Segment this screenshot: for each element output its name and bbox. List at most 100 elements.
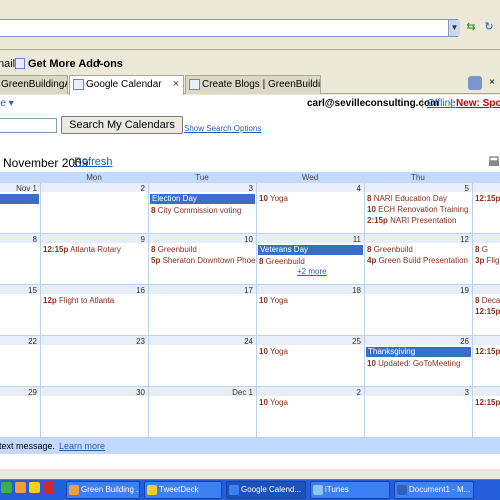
day-number[interactable]: 23 xyxy=(136,337,145,346)
day-cell[interactable]: 12 8 Greenbuild 4p Green Build Presentatio… xyxy=(364,234,472,285)
learn-more-link[interactable]: Learn more xyxy=(59,438,105,454)
day-cell[interactable]: 11 Veterans Day 8 Greenbuild +2 more xyxy=(256,234,364,285)
more-events-link[interactable]: +2 more xyxy=(297,267,327,276)
day-number[interactable]: 5 xyxy=(465,184,469,193)
calendar-event[interactable]: 8 G xyxy=(475,245,488,254)
day-number[interactable]: 9 xyxy=(141,235,145,244)
day-cell[interactable]: 12:15p R xyxy=(472,387,500,438)
day-cell[interactable]: 9 12:15p Atlanta Rotary xyxy=(40,234,148,285)
addons-caret-icon[interactable]: ▾ xyxy=(97,58,101,67)
day-cell[interactable]: 25 10 Yoga xyxy=(256,336,364,387)
day-cell[interactable]: 10 8 Greenbuild 5p Sheraton Downtown Phoe xyxy=(148,234,256,285)
taskbar-button[interactable]: iTunes xyxy=(310,481,390,499)
allday-event[interactable]: Time Ends xyxy=(0,194,39,204)
quicklaunch-icon[interactable] xyxy=(1,482,12,493)
calendar-event[interactable]: 8 Greenbuild xyxy=(151,245,197,254)
calendar-event[interactable]: 8 Greenbuild xyxy=(259,257,305,266)
day-cell[interactable]: 8xx xyxy=(0,234,40,285)
quicklaunch-icon[interactable] xyxy=(43,482,54,493)
tab-google-calendar[interactable]: Google Calendar × xyxy=(69,75,184,95)
calendar-event[interactable]: 5p Sheraton Downtown Phoe xyxy=(151,256,256,265)
day-cell[interactable]: Dec 1 xyxy=(148,387,256,438)
day-number[interactable]: 22 xyxy=(28,337,37,346)
day-cell[interactable]: 19 xyxy=(364,285,472,336)
day-cell[interactable]: 15 xyxy=(0,285,40,336)
refresh-link[interactable]: Refresh xyxy=(74,156,113,168)
day-number[interactable]: 26 xyxy=(460,337,469,346)
day-number[interactable]: 24 xyxy=(244,337,253,346)
day-cell[interactable]: 4 10 Yoga xyxy=(256,183,364,234)
new-feature-link[interactable]: New: Spor xyxy=(456,98,500,109)
calendar-event[interactable]: 12:15p Atlanta Rotary xyxy=(43,245,121,254)
day-cell[interactable]: 22 xyxy=(0,336,40,387)
day-number[interactable]: 8 xyxy=(33,235,37,244)
calendar-event[interactable]: 4p Green Build Presentation xyxy=(367,256,468,265)
day-number[interactable]: Nov 1 xyxy=(16,184,37,193)
day-number[interactable]: Dec 1 xyxy=(232,388,253,397)
calendar-event[interactable]: 10 Yoga xyxy=(259,296,288,305)
calendar-event[interactable]: 8 NARI Education Day xyxy=(367,194,447,203)
tab-close-icon[interactable]: × xyxy=(485,76,499,90)
quicklaunch-icon[interactable] xyxy=(15,482,26,493)
address-dropdown-button[interactable]: ▼ xyxy=(448,20,460,36)
day-number[interactable]: 30 xyxy=(136,388,145,397)
more-apps-link[interactable]: re ▾ xyxy=(0,98,14,109)
day-number[interactable]: 18 xyxy=(352,286,361,295)
tab-close-icon[interactable]: × xyxy=(173,76,179,93)
bookmark-get-addons[interactable]: Get More Add-ons xyxy=(28,58,123,70)
calendar-event[interactable]: 12:15p R xyxy=(475,347,500,356)
calendar-event[interactable]: 2:15p NARI Presentation xyxy=(367,216,456,225)
quicklaunch-icon[interactable] xyxy=(29,482,40,493)
day-number[interactable]: 4 xyxy=(357,184,361,193)
menu-icon[interactable] xyxy=(468,76,482,90)
allday-event[interactable]: Veterans Day xyxy=(258,245,363,255)
day-cell[interactable]: 3 xyxy=(364,387,472,438)
allday-event[interactable]: Thanksgiving xyxy=(366,347,471,357)
day-cell[interactable]: 12:15p Y xyxy=(472,183,500,234)
day-number[interactable]: 16 xyxy=(136,286,145,295)
day-number[interactable]: 2 xyxy=(357,388,361,397)
calendar-event[interactable]: 12p Flight to Atlanta xyxy=(43,296,114,305)
day-number[interactable]: 17 xyxy=(244,286,253,295)
day-number[interactable]: 3 xyxy=(249,184,253,193)
calendar-event[interactable]: 12:15p R xyxy=(475,398,500,407)
day-cell[interactable]: 8 Decat 12:15p R xyxy=(472,285,500,336)
calendar-event[interactable]: 10 ECH Renovation Training xyxy=(367,205,468,214)
calendar-event[interactable]: 8 City Commission voting xyxy=(151,206,241,215)
day-number[interactable]: 15 xyxy=(28,286,37,295)
day-cell[interactable]: 2 xyxy=(40,183,148,234)
calendar-event[interactable]: 3p Fligh xyxy=(475,256,500,265)
calendar-event[interactable]: 10 Yoga xyxy=(259,347,288,356)
allday-event[interactable]: Election Day xyxy=(150,194,255,204)
day-number[interactable]: 12 xyxy=(460,235,469,244)
day-number[interactable]: 19 xyxy=(460,286,469,295)
day-number[interactable]: 10 xyxy=(244,235,253,244)
day-number[interactable]: 2 xyxy=(141,184,145,193)
day-cell[interactable]: 26 Thanksgiving 10 Updated: GoToMeeting xyxy=(364,336,472,387)
calendar-event[interactable]: 8 Decat xyxy=(475,296,500,305)
day-cell[interactable]: 17 xyxy=(148,285,256,336)
day-cell[interactable]: 18 10 Yoga xyxy=(256,285,364,336)
tab-create-blogs[interactable]: Create Blogs | GreenBuilding... xyxy=(185,75,321,94)
day-cell[interactable]: Nov 1Time Endsnta xyxy=(0,183,40,234)
taskbar-button[interactable]: Document1 - M... xyxy=(394,481,474,499)
day-cell[interactable]: 23 xyxy=(40,336,148,387)
day-number[interactable]: 3 xyxy=(465,388,469,397)
taskbar-button[interactable]: TweetDeck xyxy=(144,481,222,499)
calendar-event[interactable]: 10 Yoga xyxy=(259,398,288,407)
taskbar-button[interactable]: Google Calend... xyxy=(226,481,306,499)
search-calendars-button[interactable]: Search My Calendars xyxy=(61,116,183,134)
search-options-link[interactable]: Show Search Options xyxy=(184,124,261,133)
calendar-event[interactable]: 10 Updated: GoToMeeting xyxy=(367,359,460,368)
print-icon[interactable] xyxy=(488,156,500,168)
day-number[interactable]: 11 xyxy=(353,235,361,244)
go-icon[interactable]: ⇆ xyxy=(463,19,479,35)
day-number[interactable]: 29 xyxy=(28,388,37,397)
address-input[interactable] xyxy=(0,19,458,37)
day-cell[interactable]: 8 G 3p Fligh xyxy=(472,234,500,285)
day-cell[interactable]: 2 10 Yoga xyxy=(256,387,364,438)
day-cell[interactable]: 5 8 NARI Education Day 10 ECH Renovation T… xyxy=(364,183,472,234)
search-input[interactable] xyxy=(0,118,57,133)
day-cell[interactable]: 12:15p R xyxy=(472,336,500,387)
day-cell[interactable]: 29 xyxy=(0,387,40,438)
